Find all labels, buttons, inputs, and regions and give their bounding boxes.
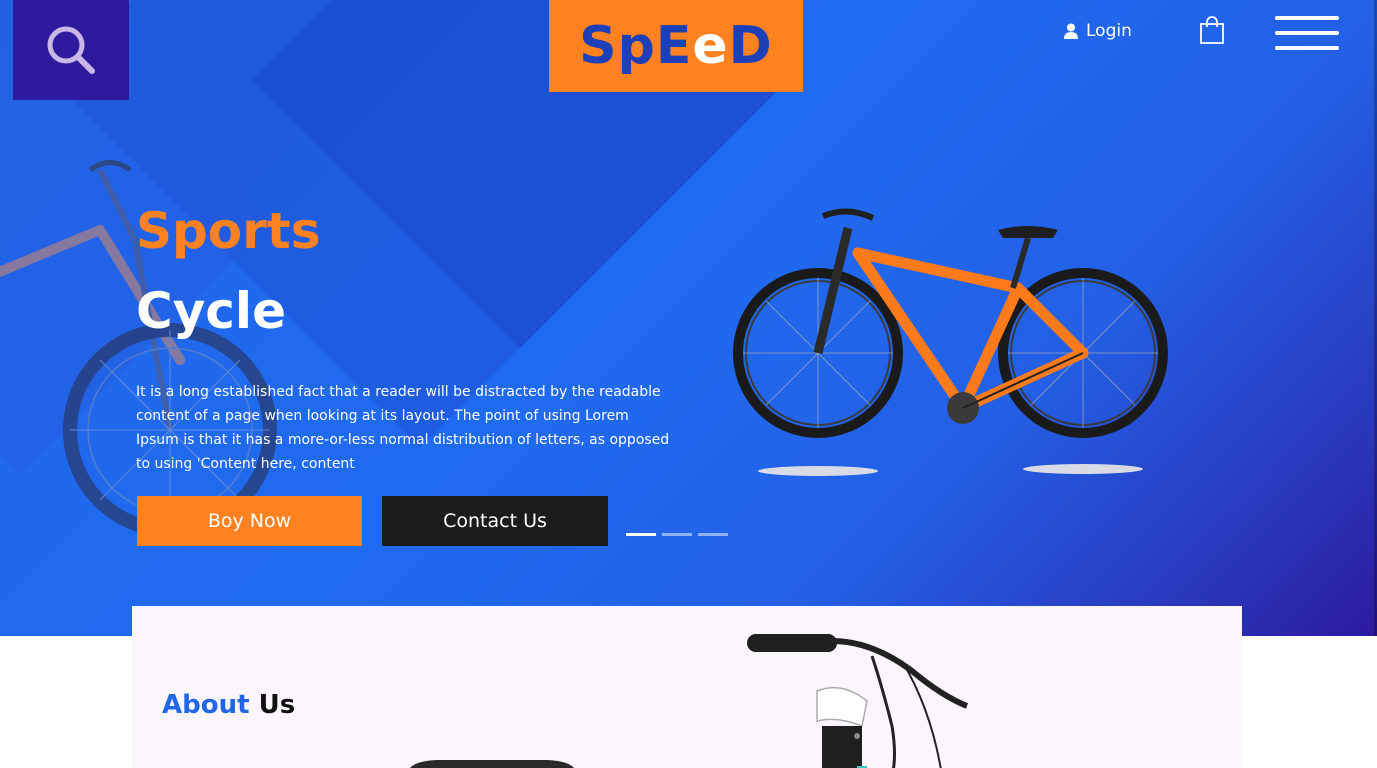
about-section: About Us: [132, 606, 1242, 768]
login-link[interactable]: Login: [1064, 19, 1132, 43]
search-button[interactable]: [13, 0, 129, 100]
about-heading: About Us: [162, 690, 296, 720]
hero-description: It is a long established fact that a rea…: [136, 384, 670, 472]
buy-now-button[interactable]: Boy Now: [137, 496, 362, 546]
shopping-bag-icon[interactable]: [1198, 15, 1226, 45]
hero-title: Cycle: [136, 282, 286, 340]
about-bicycle-image: [410, 634, 969, 768]
login-label: Login: [1086, 21, 1132, 41]
slider-dot-2[interactable]: [662, 533, 692, 536]
slider-dot-3[interactable]: [698, 533, 728, 536]
contact-us-button[interactable]: Contact Us: [382, 496, 608, 546]
site-logo[interactable]: SpEeD: [549, 0, 803, 92]
hamburger-menu-icon[interactable]: [1275, 16, 1339, 52]
logo-text: SpEeD: [579, 16, 773, 76]
slider-dot-1[interactable]: [626, 533, 656, 536]
hero-title-accent: Sports: [136, 202, 321, 260]
featured-bicycle-image: [733, 208, 1168, 476]
search-icon: [47, 26, 95, 74]
user-icon: [1064, 23, 1078, 39]
slider-indicators: [626, 533, 728, 536]
